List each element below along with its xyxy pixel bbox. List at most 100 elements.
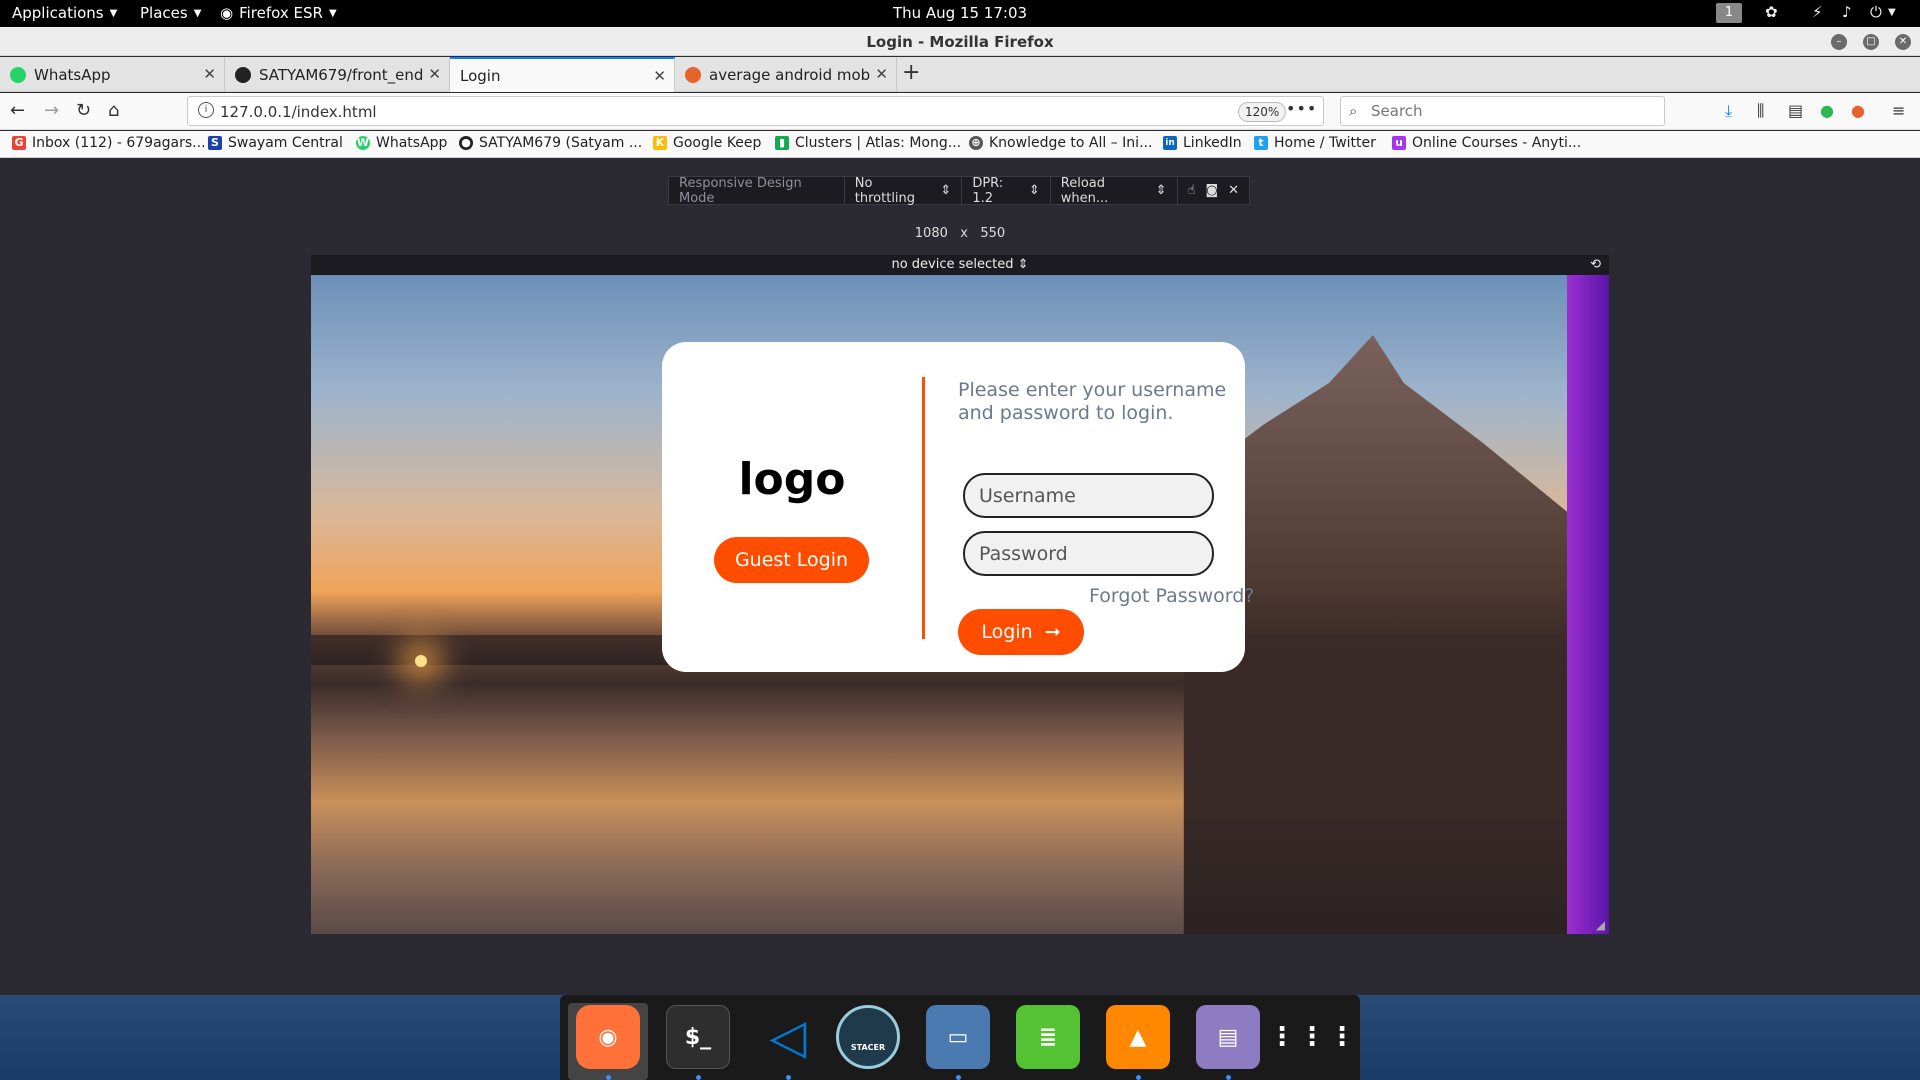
screenshot-icon[interactable]: ◙: [1205, 183, 1218, 198]
bookmark-item[interactable]: t Home / Twitter: [1254, 135, 1376, 151]
minimize-button[interactable]: –: [1831, 34, 1847, 50]
caret-down-icon[interactable]: ▼: [1888, 7, 1896, 18]
bookmark-label: Swayam Central: [228, 135, 343, 151]
running-indicator: [606, 1075, 611, 1080]
bookmark-item[interactable]: ● SATYAM679 (Satyam ...: [459, 135, 642, 151]
bookmark-item[interactable]: S Swayam Central: [208, 135, 343, 151]
running-indicator: [956, 1075, 961, 1080]
zoom-indicator[interactable]: 120%: [1238, 102, 1287, 122]
power-icon[interactable]: ⏻: [1870, 3, 1882, 21]
password-field[interactable]: [963, 531, 1214, 576]
login-button[interactable]: Login ➞: [958, 609, 1084, 655]
mongodb-icon: ▮: [775, 136, 789, 150]
stacer-dock-icon[interactable]: STACER: [836, 1005, 900, 1069]
login-button-label: Login: [981, 621, 1033, 643]
firefox-dock-icon[interactable]: ◉: [576, 1005, 640, 1069]
reload-value: Reload when...: [1060, 175, 1109, 206]
hamburger-menu-icon[interactable]: ≡: [1892, 101, 1905, 120]
download-icon[interactable]: ⤓: [1725, 101, 1732, 121]
bookmark-item[interactable]: ⊕ Knowledge to All – Ini...: [969, 135, 1152, 151]
bookmark-label: Online Courses - Anyti...: [1412, 135, 1582, 151]
resize-handle-icon[interactable]: ◢: [1596, 918, 1605, 932]
window-title-bar: Login - Mozilla Firefox – □ ✕: [0, 27, 1920, 56]
clock[interactable]: Thu Aug 15 17:03: [0, 4, 1920, 22]
url-text[interactable]: 127.0.0.1/index.html: [220, 103, 377, 121]
username-field[interactable]: [963, 473, 1214, 518]
dpr-select[interactable]: DPR: 1.2 ⇕: [962, 176, 1051, 206]
notes-dock-icon[interactable]: ≣: [1016, 1005, 1080, 1069]
updown-icon: ⇕: [940, 183, 952, 198]
close-tab-icon[interactable]: ✕: [203, 65, 216, 83]
maximize-button[interactable]: □: [1863, 34, 1879, 50]
search-box[interactable]: ⌕: [1340, 96, 1665, 126]
home-button[interactable]: ⌂: [108, 100, 119, 121]
udemy-icon: u: [1392, 136, 1406, 150]
duckduckgo-extension-icon[interactable]: ●: [1851, 101, 1865, 120]
tab-login[interactable]: Login ✕: [450, 57, 675, 92]
scroll-strip: [1567, 275, 1609, 934]
top-bar: Applications ▼ Places ▼ ◉ Firefox ESR ▼ Thu …: [0, 0, 1920, 27]
login-card: logo Guest Login Please enter your usern…: [662, 342, 1254, 672]
text-editor-dock-icon[interactable]: ▤: [1196, 1005, 1260, 1069]
throttle-value: No throttling: [854, 175, 916, 206]
app-grid-icon[interactable]: ⋮⋮⋮: [1269, 1005, 1355, 1069]
back-button[interactable]: ←: [10, 100, 25, 121]
network-icon[interactable]: ⚡: [1812, 3, 1823, 21]
whatsapp-icon: W: [356, 136, 370, 150]
device-selector[interactable]: no device selected ⇕ ⟲: [311, 255, 1609, 275]
bookmark-label: Google Keep: [673, 135, 762, 151]
volume-icon[interactable]: ♪: [1842, 3, 1852, 21]
vscode-dock-icon[interactable]: ◁: [756, 1005, 820, 1069]
files-dock-icon[interactable]: ▭: [926, 1005, 990, 1069]
arrow-right-icon: ➞: [1044, 621, 1061, 643]
dropbox-icon[interactable]: ✿: [1765, 3, 1778, 21]
bookmark-item[interactable]: ▮ Clusters | Atlas: Mong...: [775, 135, 961, 151]
tab-search[interactable]: average android mobile ✕: [675, 57, 897, 92]
close-window-button[interactable]: ✕: [1895, 34, 1911, 50]
password-input[interactable]: [979, 542, 1199, 566]
close-tab-icon[interactable]: ✕: [653, 67, 666, 85]
bookmark-item[interactable]: K Google Keep: [653, 135, 761, 151]
bookmark-item[interactable]: u Online Courses - Anyti...: [1392, 135, 1581, 151]
bookmark-item[interactable]: W WhatsApp: [356, 135, 447, 151]
running-indicator: [1226, 1075, 1231, 1080]
responsive-design-area: Responsive Design Mode No throttling ⇕ D…: [0, 158, 1920, 995]
close-tab-icon[interactable]: ✕: [875, 65, 888, 83]
new-tab-button[interactable]: +: [902, 60, 920, 85]
info-icon[interactable]: i: [198, 102, 214, 118]
viewport-height[interactable]: 550: [980, 226, 1005, 241]
reload-button[interactable]: ↻: [76, 100, 91, 121]
throttle-select[interactable]: No throttling ⇕: [845, 175, 963, 206]
close-rdm-icon[interactable]: ✕: [1228, 183, 1239, 198]
rotate-icon[interactable]: ⟲: [1590, 255, 1601, 275]
sidebar-icon[interactable]: ▤: [1788, 101, 1803, 120]
page-viewport: logo Guest Login Please enter your usern…: [311, 275, 1609, 934]
extension-icon[interactable]: ●: [1820, 101, 1834, 120]
tab-github[interactable]: SATYAM679/front_end ✕: [225, 57, 450, 92]
background-sun: [415, 655, 427, 667]
close-tab-icon[interactable]: ✕: [428, 65, 441, 83]
card-divider: [922, 377, 925, 639]
terminal-dock-icon[interactable]: $_: [666, 1005, 730, 1069]
username-input[interactable]: [979, 484, 1199, 508]
search-input[interactable]: [1371, 101, 1651, 121]
library-icon[interactable]: ⫼: [1757, 101, 1764, 121]
guest-login-button[interactable]: Guest Login: [714, 537, 869, 583]
page-actions-icon[interactable]: •••: [1286, 99, 1317, 118]
forward-button[interactable]: →: [44, 100, 59, 121]
swayam-icon: S: [208, 136, 222, 150]
bookmark-item[interactable]: G Inbox (112) - 679agars...: [12, 135, 206, 151]
vlc-dock-icon[interactable]: ▲: [1106, 1005, 1170, 1069]
tab-label: Login: [460, 66, 501, 85]
forgot-password-link[interactable]: Forgot Password?: [1089, 585, 1254, 607]
viewport-width[interactable]: 1080: [915, 226, 948, 241]
bookmark-item[interactable]: in LinkedIn: [1163, 135, 1242, 151]
reload-select[interactable]: Reload when... ⇕: [1051, 175, 1178, 206]
bookmark-label: Inbox (112) - 679agars...: [32, 135, 206, 151]
duckduckgo-icon: [685, 66, 701, 83]
workspace-indicator[interactable]: 1: [1716, 3, 1742, 23]
linkedin-icon: in: [1163, 136, 1177, 150]
touch-icon[interactable]: ☝: [1188, 183, 1196, 198]
tab-whatsapp[interactable]: WhatsApp ✕: [0, 57, 225, 92]
url-bar[interactable]: i 127.0.0.1/index.html 120% •••: [187, 96, 1324, 126]
